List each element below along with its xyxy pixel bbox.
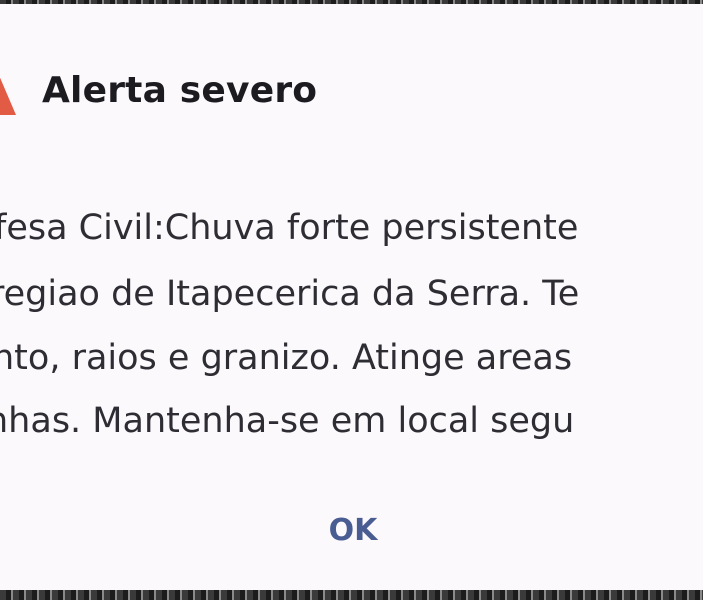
warning-triangle-icon bbox=[0, 69, 18, 119]
severe-alert-dialog: Alerta severo fesa Civil:Chuva forte per… bbox=[0, 4, 703, 590]
alert-message: fesa Civil:Chuva forte persistente regia… bbox=[0, 204, 703, 454]
dialog-title: Alerta severo bbox=[42, 70, 318, 111]
alert-message-line: nto, raios e granizo. Atinge areas bbox=[0, 338, 573, 378]
dialog-header: Alerta severo bbox=[0, 64, 703, 124]
alert-message-line: fesa Civil:Chuva forte persistente bbox=[0, 208, 579, 248]
ok-button[interactable]: OK bbox=[310, 506, 396, 556]
alert-message-line: regiao de Itapecerica da Serra. Te bbox=[0, 274, 580, 314]
alert-message-line: nhas. Mantenha-se em local segu bbox=[0, 401, 575, 441]
